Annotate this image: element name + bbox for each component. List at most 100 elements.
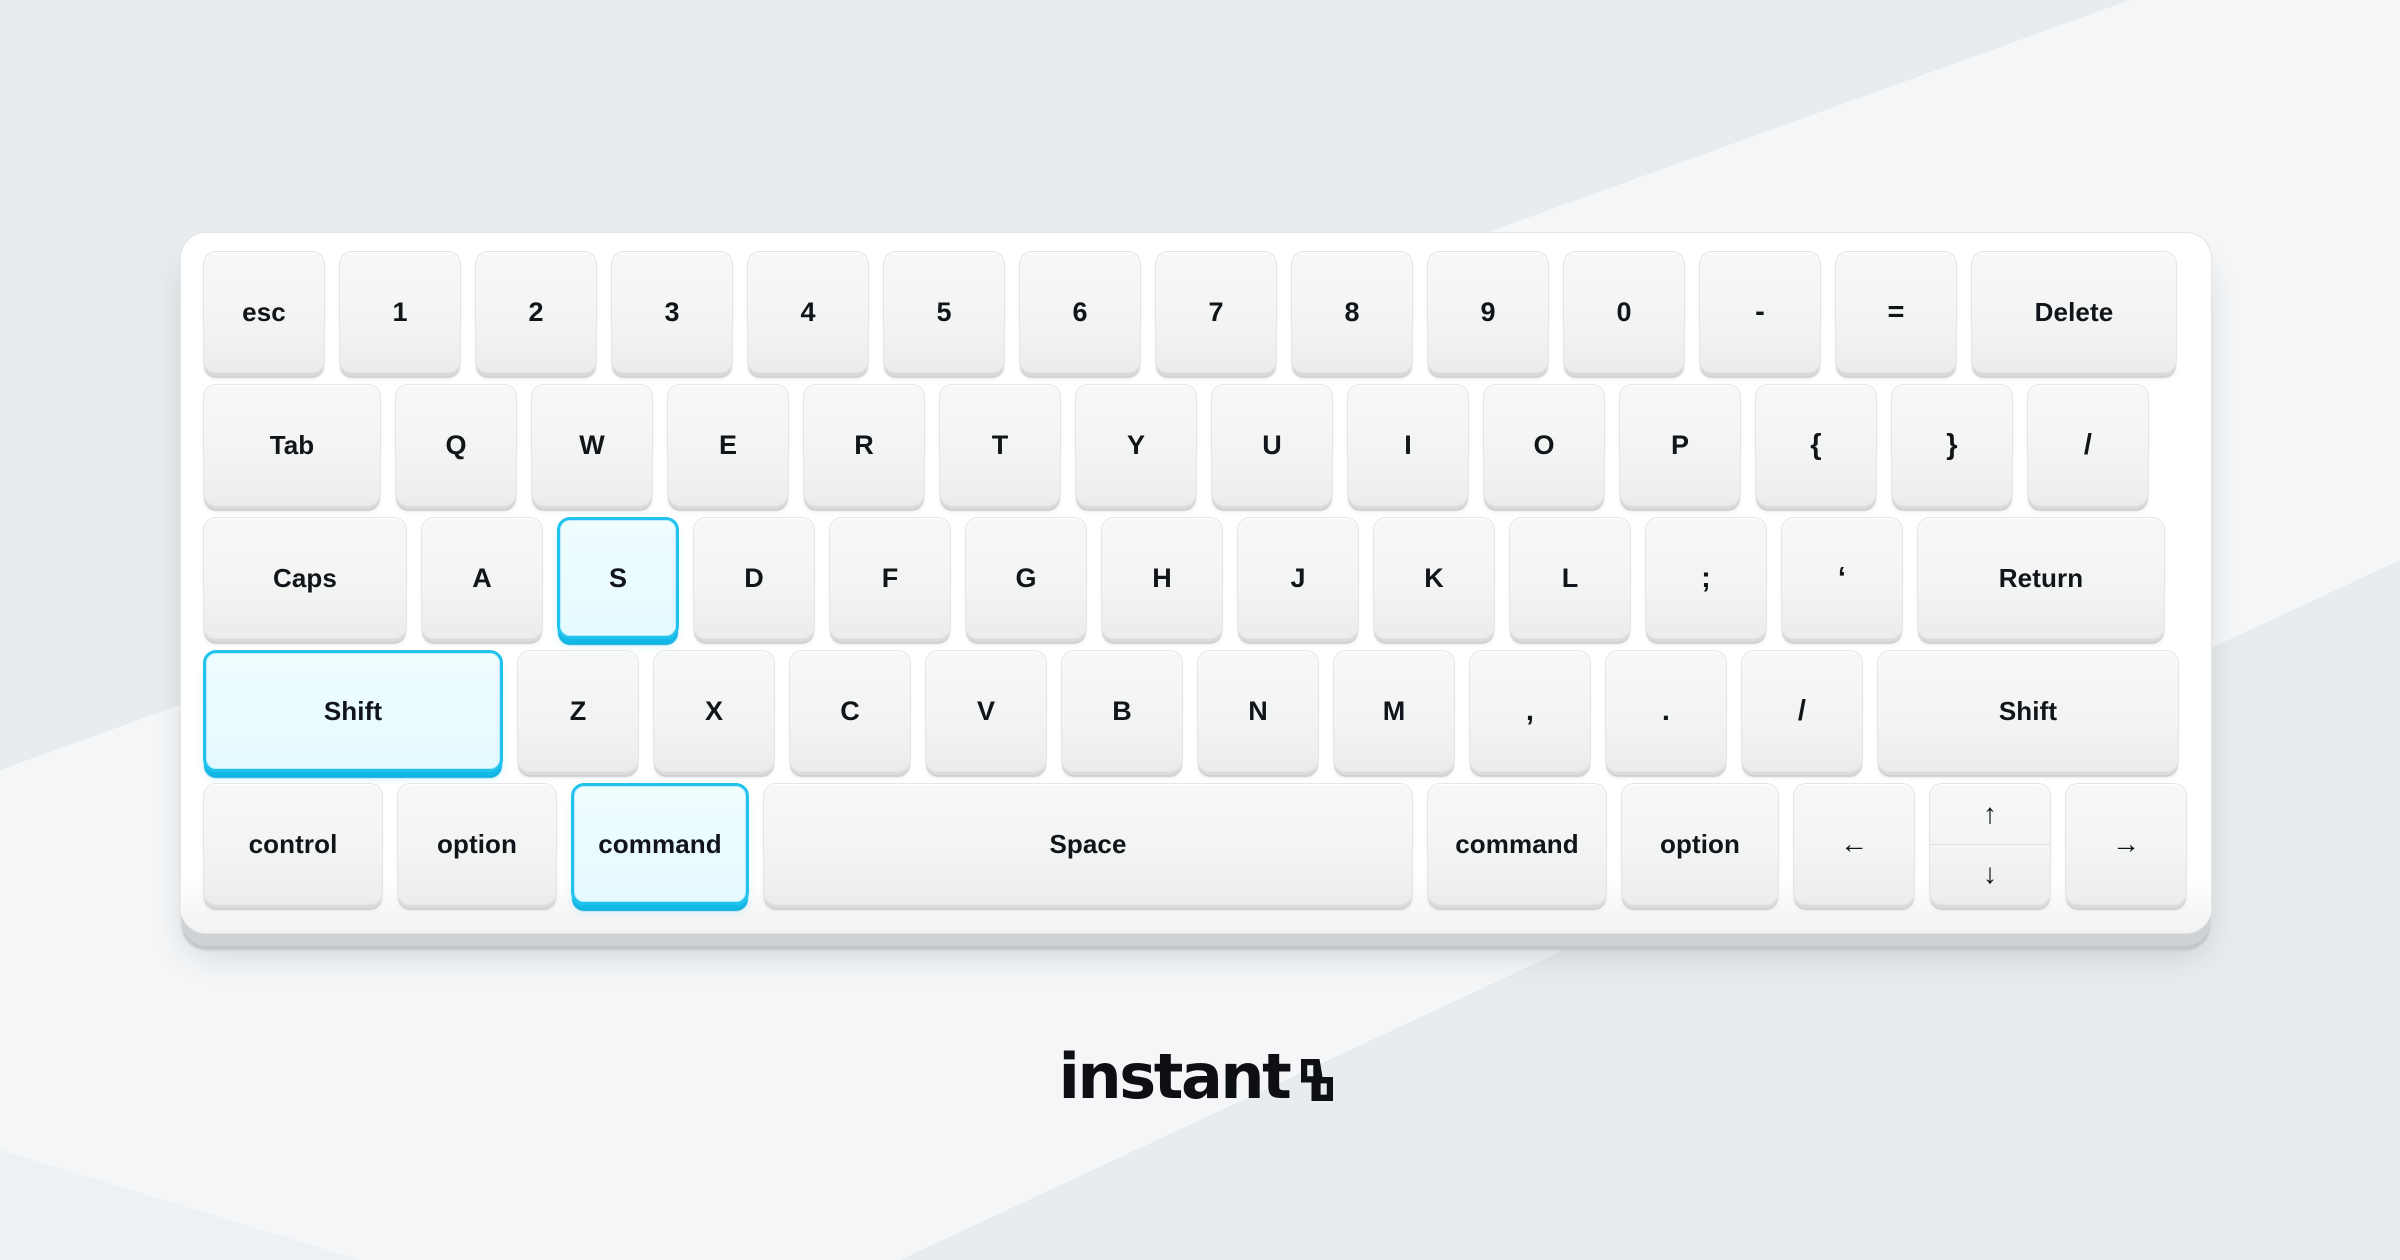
key-caps[interactable]: Caps [203, 517, 407, 639]
key-5[interactable]: 5 [883, 251, 1005, 373]
key-a[interactable]: A [421, 517, 543, 639]
key-comma[interactable]: , [1469, 650, 1591, 772]
key-label-a: A [472, 562, 492, 593]
key-label-option-left: option [436, 829, 517, 859]
key-label-c: C [840, 695, 860, 726]
key-label-t: T [991, 429, 1009, 460]
key-g[interactable]: G [965, 517, 1087, 639]
key-8[interactable]: 8 [1291, 251, 1413, 373]
key-label-d: D [744, 562, 764, 593]
key-row-bottom-letter-row: Shift Z X C V B N M,. / Shift [203, 650, 2179, 772]
key-i[interactable]: I [1347, 384, 1469, 506]
key-o[interactable]: O [1483, 384, 1605, 506]
key-arrow-updown[interactable]: ↑ ↓ [1929, 783, 2051, 905]
key-3[interactable]: 3 [611, 251, 733, 373]
key-c[interactable]: C [789, 650, 911, 772]
key-semicolon[interactable]: ; [1645, 517, 1767, 639]
key-label-command-left: command [598, 829, 722, 859]
arrow-left-icon: ← [1839, 828, 1869, 859]
key-label-shift-left: Shift [323, 696, 383, 726]
key-z[interactable]: Z [517, 650, 639, 772]
key-label-option-right: option [1659, 829, 1740, 859]
key-n[interactable]: N [1197, 650, 1319, 772]
key-command-right[interactable]: command [1427, 783, 1607, 905]
keyboard-case: esc 1 2 3 4 5 6 7 8 9 0 - = Delete Tab Q W E R T Y U I O P {} / Cap… [180, 232, 2212, 934]
key-9[interactable]: 9 [1427, 251, 1549, 373]
key-label-shift-right: Shift [1998, 696, 2058, 726]
key-slash[interactable]: / [1741, 650, 1863, 772]
key-arrow-left[interactable]: ← [1793, 783, 1915, 905]
key-1[interactable]: 1 [339, 251, 461, 373]
key-f[interactable]: F [829, 517, 951, 639]
key-m[interactable]: M [1333, 650, 1455, 772]
key-label-command-right: command [1455, 829, 1579, 859]
key-l[interactable]: L [1509, 517, 1631, 639]
key-label-slash-top: / [2083, 428, 2093, 461]
key-lbrace[interactable]: { [1755, 384, 1877, 506]
key-label-equal: = [1887, 295, 1905, 328]
key-b[interactable]: B [1061, 650, 1183, 772]
key-w[interactable]: W [531, 384, 653, 506]
key-2[interactable]: 2 [475, 251, 597, 373]
key-option-right[interactable]: option [1621, 783, 1779, 905]
key-control[interactable]: control [203, 783, 383, 905]
key-tab[interactable]: Tab [203, 384, 381, 506]
key-4[interactable]: 4 [747, 251, 869, 373]
key-label-delete: Delete [2034, 297, 2114, 327]
key-row-top-letter-row: Tab Q W E R T Y U I O P {} / [203, 384, 2149, 506]
key-label-b: B [1112, 695, 1132, 726]
key-e[interactable]: E [667, 384, 789, 506]
key-7[interactable]: 7 [1155, 251, 1277, 373]
key-label-y: Y [1126, 429, 1146, 460]
key-label-r: R [854, 429, 874, 460]
key-y[interactable]: Y [1075, 384, 1197, 506]
key-k[interactable]: K [1373, 517, 1495, 639]
key-arrow-up[interactable]: ↑ [1930, 784, 2050, 845]
key-u[interactable]: U [1211, 384, 1333, 506]
key-label-5: 5 [936, 296, 952, 327]
key-row-number-row: esc 1 2 3 4 5 6 7 8 9 0 - = Delete [203, 251, 2177, 373]
key-space[interactable]: Space [763, 783, 1413, 905]
key-t[interactable]: T [939, 384, 1061, 506]
key-period[interactable]: . [1605, 650, 1727, 772]
key-label-6: 6 [1072, 296, 1088, 327]
key-quote[interactable]: ‘ [1781, 517, 1903, 639]
key-d[interactable]: D [693, 517, 815, 639]
key-x[interactable]: X [653, 650, 775, 772]
key-shift-right[interactable]: Shift [1877, 650, 2179, 772]
key-label-j: J [1290, 562, 1306, 593]
key-arrow-down[interactable]: ↓ [1930, 845, 2050, 905]
key-label-m: M [1382, 695, 1406, 726]
key-v[interactable]: V [925, 650, 1047, 772]
key-6[interactable]: 6 [1019, 251, 1141, 373]
key-option-left[interactable]: option [397, 783, 557, 905]
brand-wordmark: instant [1058, 1040, 1292, 1113]
key-label-s: S [608, 562, 628, 593]
key-label-l: L [1561, 562, 1579, 593]
key-s[interactable]: S [557, 517, 679, 639]
key-rbrace[interactable]: } [1891, 384, 2013, 506]
key-p[interactable]: P [1619, 384, 1741, 506]
key-equal[interactable]: = [1835, 251, 1957, 373]
key-minus[interactable]: - [1699, 251, 1821, 373]
key-label-o: O [1533, 429, 1555, 460]
key-h[interactable]: H [1101, 517, 1223, 639]
arrow-up-icon: ↑ [1982, 797, 1998, 829]
key-delete[interactable]: Delete [1971, 251, 2177, 373]
key-label-q: Q [445, 429, 467, 460]
key-0[interactable]: 0 [1563, 251, 1685, 373]
key-slash-top[interactable]: / [2027, 384, 2149, 506]
key-r[interactable]: R [803, 384, 925, 506]
key-arrow-right[interactable]: → [2065, 783, 2187, 905]
key-q[interactable]: Q [395, 384, 517, 506]
key-row-home-row: Caps A S D F G H J K L; ‘ Return [203, 517, 2165, 639]
key-label-return: Return [1998, 563, 2084, 593]
key-j[interactable]: J [1237, 517, 1359, 639]
key-label-space: Space [1049, 829, 1127, 859]
key-label-3: 3 [664, 296, 680, 327]
key-command-left[interactable]: command [571, 783, 749, 905]
key-label-k: K [1424, 562, 1444, 593]
key-return[interactable]: Return [1917, 517, 2165, 639]
key-esc[interactable]: esc [203, 251, 325, 373]
key-shift-left[interactable]: Shift [203, 650, 503, 772]
